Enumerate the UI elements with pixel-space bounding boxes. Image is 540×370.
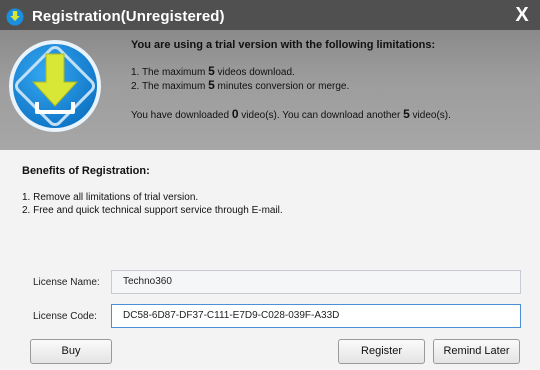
limit-item: 2. The maximum 5 minutes conversion or m…: [131, 78, 350, 93]
benefits-section: Benefits of Registration: 1. Remove all …: [22, 165, 283, 217]
buy-button[interactable]: Buy: [30, 339, 112, 364]
trial-info-header: You are using a trial version with the f…: [0, 30, 540, 150]
download-arrow-icon: [6, 8, 24, 26]
close-button[interactable]: X: [504, 0, 540, 30]
trial-heading: You are using a trial version with the f…: [131, 39, 436, 51]
license-name-label: License Name:: [33, 277, 100, 288]
download-status: You have downloaded 0 video(s). You can …: [131, 107, 451, 122]
license-name-input[interactable]: Techno360: [111, 270, 521, 294]
limit-value: 5: [208, 78, 215, 92]
trial-limitations: You are using a trial version with the f…: [131, 39, 451, 122]
benefit-item: 1. Remove all limitations of trial versi…: [22, 192, 199, 203]
limit-item: 1. The maximum 5 videos download.: [131, 64, 295, 79]
license-code-label: License Code:: [33, 311, 97, 322]
license-code-input[interactable]: DC58-6D87-DF37-C111-E7D9-C028-039F-A33D: [111, 304, 521, 328]
register-button[interactable]: Register: [338, 339, 425, 364]
registration-dialog: Registration(Unregistered) X You are usi…: [0, 0, 540, 370]
window-title: Registration(Unregistered): [32, 8, 225, 25]
limit-value: 5: [208, 64, 215, 78]
title-bar: Registration(Unregistered) X: [0, 0, 540, 34]
remind-later-button[interactable]: Remind Later: [433, 339, 520, 364]
download-logo-icon: [9, 40, 101, 132]
downloaded-count: 0: [231, 107, 239, 121]
close-icon: X: [515, 4, 529, 26]
remaining-count: 5: [403, 107, 410, 121]
benefit-item: 2. Free and quick technical support serv…: [22, 205, 283, 216]
benefits-heading: Benefits of Registration:: [22, 165, 150, 177]
